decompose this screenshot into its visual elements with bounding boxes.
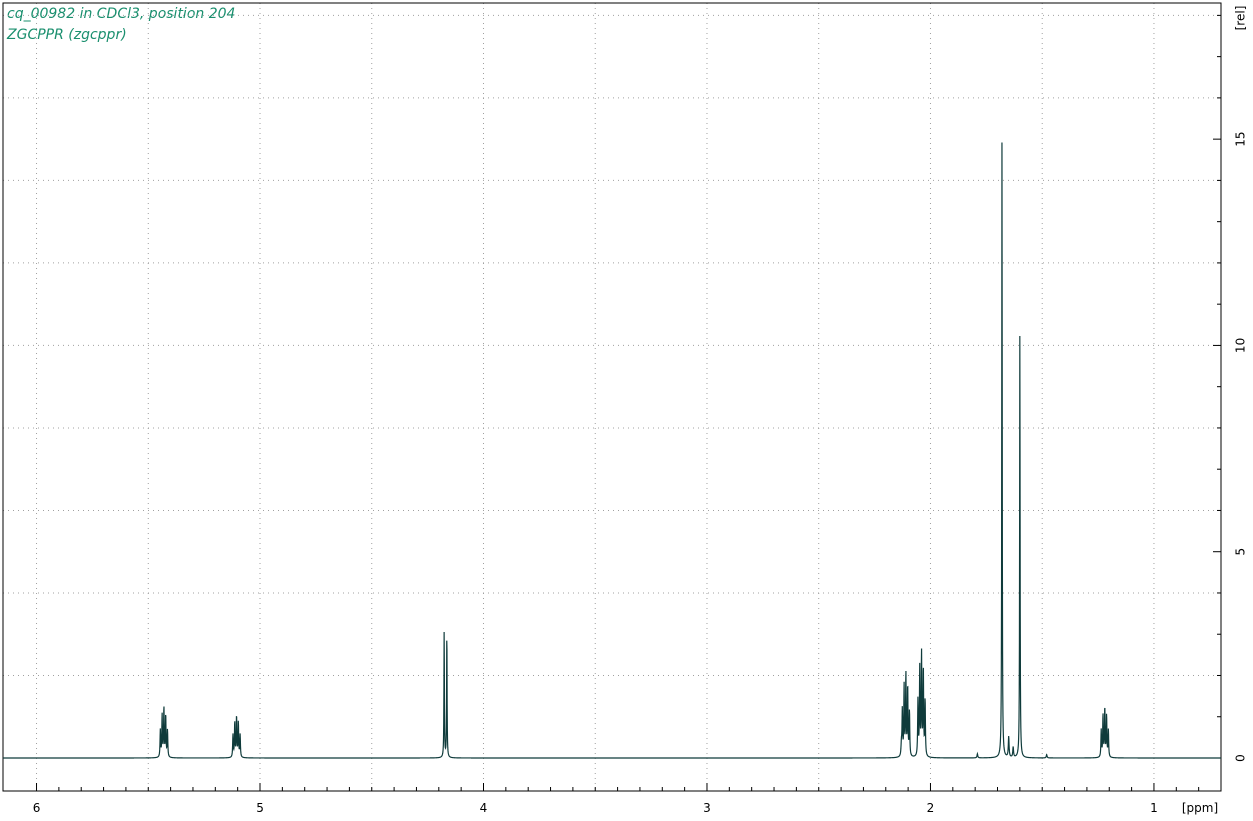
plot-frame bbox=[2, 2, 1222, 792]
nmr-spectrum-chart[interactable]: 6 5 4 3 2 1 [ppm] 0 5 10 15 [rel] bbox=[0, 0, 1253, 821]
axes bbox=[2, 2, 1222, 792]
x-tick-label: 3 bbox=[703, 801, 711, 815]
x-tick-label: 6 bbox=[33, 801, 41, 815]
x-tick-label: 2 bbox=[927, 801, 935, 815]
y-tick-label: 0 bbox=[1234, 754, 1248, 762]
x-tick-label: 4 bbox=[480, 801, 488, 815]
y-tick-label: 10 bbox=[1234, 338, 1248, 353]
x-tick-label: 1 bbox=[1150, 801, 1158, 815]
x-tick-label: 5 bbox=[256, 801, 264, 815]
y-tick-label: 5 bbox=[1234, 548, 1248, 556]
grid-lines bbox=[3, 3, 1221, 791]
y-axis-label: [rel] bbox=[1234, 6, 1248, 31]
spectrum-trace-group bbox=[3, 142, 1221, 759]
spectrum-trace bbox=[3, 142, 1221, 759]
axis-labels: 6 5 4 3 2 1 [ppm] 0 5 10 15 [rel] bbox=[33, 6, 1248, 815]
y-tick-label: 15 bbox=[1234, 132, 1248, 147]
x-axis-label: [ppm] bbox=[1182, 801, 1218, 815]
